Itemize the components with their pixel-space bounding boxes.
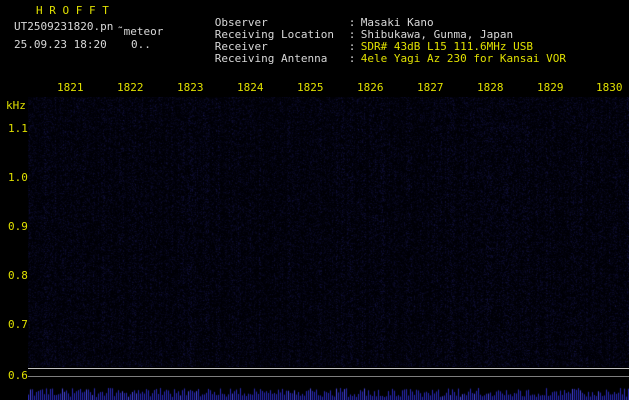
time-axis-label: 1825 (297, 81, 324, 94)
time-axis-label: 1824 (237, 81, 264, 94)
time-axis-label: 1829 (537, 81, 564, 94)
level-strip-top-line (28, 368, 629, 369)
freq-axis-label: 0.6 (8, 369, 28, 382)
echo-counter: 0.. (131, 38, 151, 51)
receiver-info-block: Observer: Masaki Kano Receiving Location:… (175, 5, 566, 65)
time-axis-label: 1830 (596, 81, 623, 94)
spectrogram-canvas (28, 97, 629, 367)
time-axis-label: 1827 (417, 81, 444, 94)
info-separator: : (348, 52, 356, 65)
station-tag-label: ˜meteor (117, 25, 164, 38)
info-value: 4ele Yagi Az 230 for Kansai VOR (360, 52, 567, 65)
filename-label: UT2509231820.pn (14, 20, 114, 33)
app-title: H R O F F T (36, 4, 109, 17)
time-axis-label: 1828 (477, 81, 504, 94)
freq-axis-label: 0.8 (8, 269, 28, 282)
datetime-label: 25.09.23 18:20 (14, 38, 107, 51)
freq-axis-label: 1.0 (8, 171, 28, 184)
info-label: Receiving Antenna (214, 52, 328, 65)
freq-axis-label: 0.7 (8, 318, 28, 331)
hrofft-screen: H R O F F T UT2509231820.pn ˜meteor 25.0… (0, 0, 629, 400)
freq-axis-label: 0.9 (8, 220, 28, 233)
time-axis-label: 1822 (117, 81, 144, 94)
time-axis-label: 1823 (177, 81, 204, 94)
freq-axis-unit: kHz (6, 99, 26, 112)
time-axis-label: 1826 (357, 81, 384, 94)
level-ticks-canvas (28, 387, 629, 400)
freq-axis-label: 1.1 (8, 122, 28, 135)
info-row-observer: Observer: Masaki Kano (175, 5, 566, 29)
level-strip-trace-line (28, 376, 629, 377)
time-axis-label: 1821 (57, 81, 84, 94)
